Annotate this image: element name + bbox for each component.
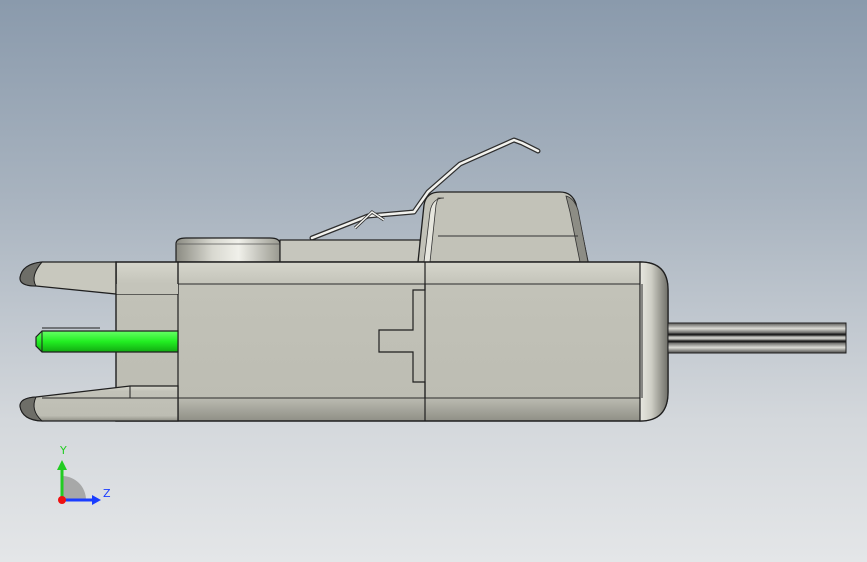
terminal-pin-highlight[interactable] (35, 327, 179, 353)
lower-fork-arm (19, 385, 179, 422)
latch-housing (417, 191, 589, 263)
top-rib (279, 239, 421, 263)
graphics-viewport[interactable]: Y Z (0, 0, 867, 562)
y-axis-label: Y (59, 444, 67, 457)
z-axis-label: Z (103, 487, 111, 500)
coordinate-triad: Y Z (57, 444, 111, 505)
top-boss (175, 237, 281, 263)
triad-plane-icon (62, 476, 86, 500)
x-axis-dot-icon (58, 496, 66, 504)
wire-bundle (667, 322, 847, 354)
housing-body (115, 261, 669, 422)
connector-model[interactable] (0, 0, 867, 562)
